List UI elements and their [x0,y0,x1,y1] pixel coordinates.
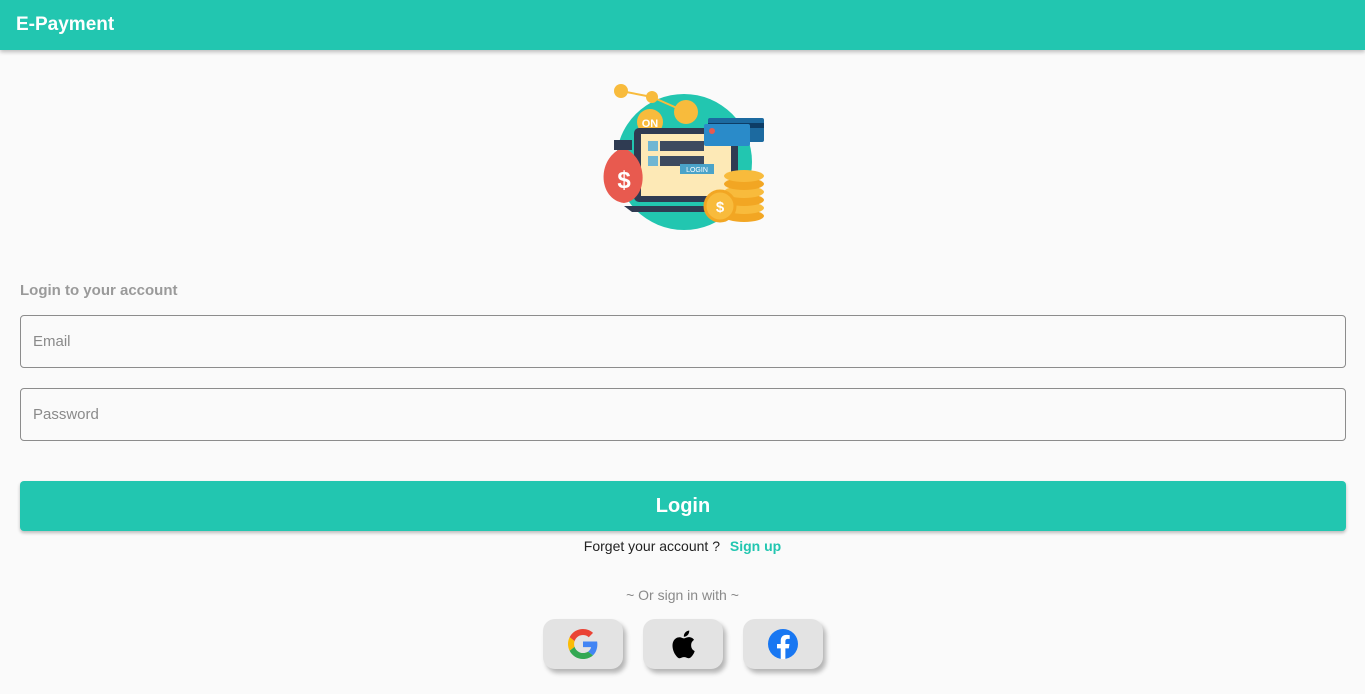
account-links: Forget your account ? Sign up [0,538,1365,554]
app-title: E-Payment [16,14,115,35]
forget-account-text: Forget your account ? [583,538,720,554]
apple-signin-button[interactable] [643,619,723,669]
login-button[interactable]: Login [20,481,1346,531]
google-icon [568,629,598,659]
payment-illustration: ON LOGIN $ $ [603,84,764,230]
apple-icon [672,630,695,659]
email-field[interactable] [20,315,1346,368]
login-heading: Login to your account [20,282,178,299]
login-mini-label: LOGIN [686,167,708,174]
facebook-icon [768,629,798,659]
facebook-signin-button[interactable] [743,619,823,669]
social-divider-text: ~ Or sign in with ~ [626,587,739,603]
app-bar: E-Payment [0,0,1365,50]
signup-link[interactable]: Sign up [730,538,781,554]
google-signin-button[interactable] [543,619,623,669]
dollar-sign: $ [617,167,631,194]
password-field[interactable] [20,388,1346,441]
coin-dollar-sign: $ [716,199,725,216]
